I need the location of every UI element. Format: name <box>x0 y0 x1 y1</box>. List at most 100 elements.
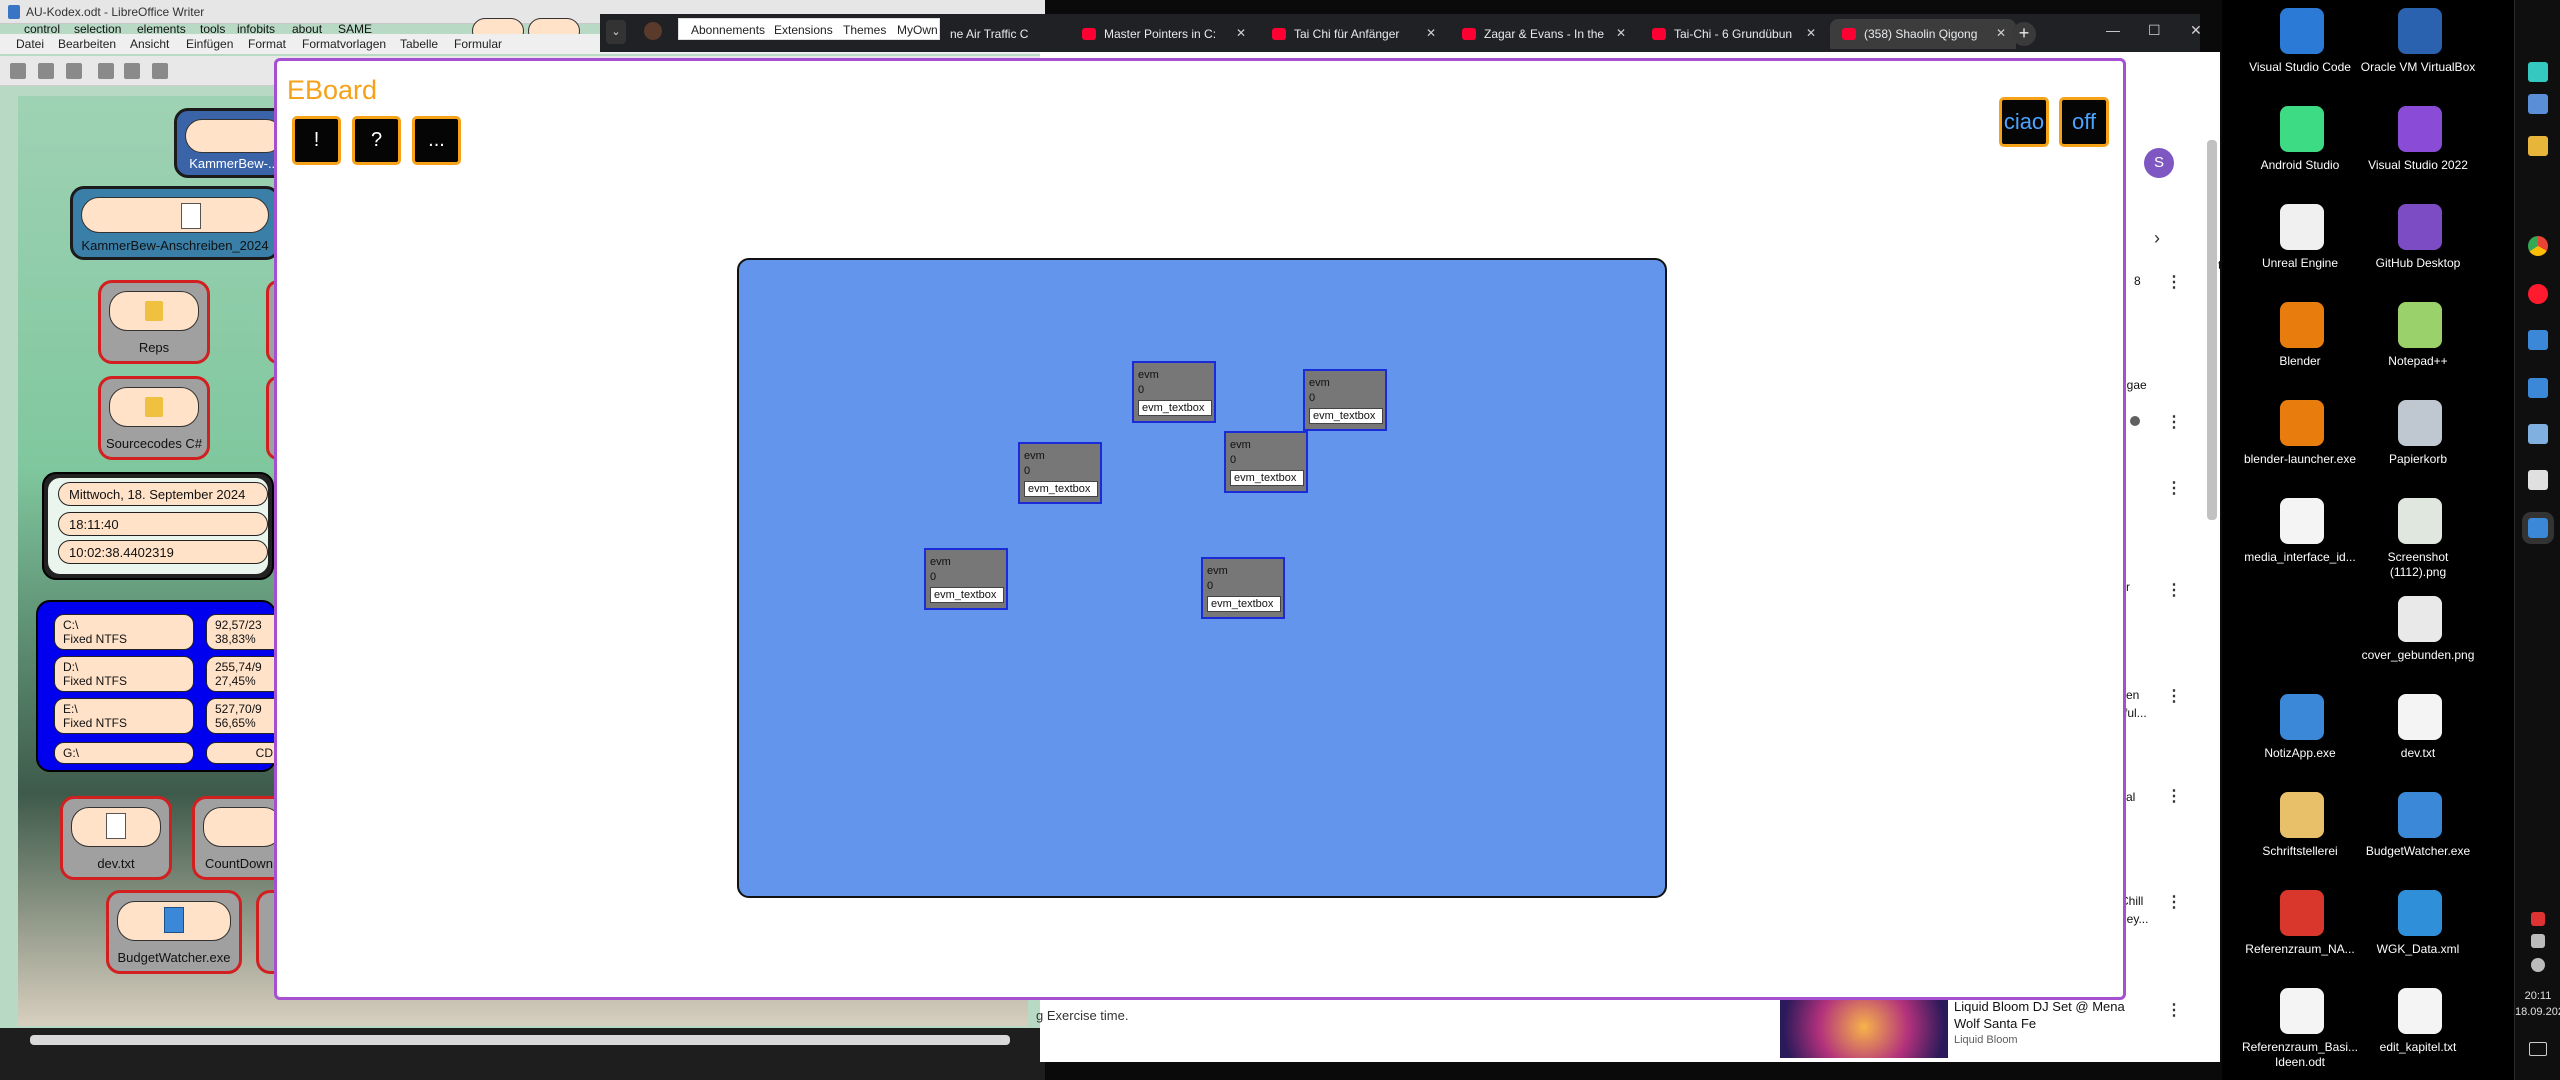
user-avatar[interactable]: S <box>2144 148 2174 178</box>
evm-widget[interactable]: evm 0 evm_textbox <box>1018 442 1102 504</box>
menu-myown[interactable]: MyOwn <box>897 23 938 37</box>
tile-sourcecodes[interactable]: Sourcecodes C# <box>98 376 210 460</box>
menu-formular[interactable]: Formular <box>454 37 502 51</box>
ciao-button[interactable]: ciao <box>1999 97 2049 147</box>
app-icon[interactable] <box>2522 512 2554 544</box>
desktop-icon[interactable]: Android Studio <box>2240 100 2360 200</box>
tray-icon[interactable] <box>2531 912 2545 926</box>
evm-widget[interactable]: evm 0 evm_textbox <box>924 548 1008 610</box>
evm-textbox[interactable]: evm_textbox <box>930 587 1004 603</box>
more-options-icon[interactable]: ⋮ <box>2166 892 2182 912</box>
tile-budgetwatcher[interactable]: BudgetWatcher.exe <box>106 890 242 974</box>
evm-textbox[interactable]: evm_textbox <box>1138 400 1212 416</box>
app-icon[interactable] <box>2528 330 2548 350</box>
more-options-icon[interactable]: ⋮ <box>2166 686 2182 706</box>
help-button[interactable]: ? <box>352 116 401 165</box>
menu-datei[interactable]: Datei <box>16 37 44 51</box>
volume-icon[interactable] <box>2531 958 2545 972</box>
desktop-icon[interactable]: GitHub Desktop <box>2358 198 2478 298</box>
desktop-icon[interactable]: Notepad++ <box>2358 296 2478 396</box>
taskbar-clock[interactable]: 20:11 18.09.2024 <box>2515 988 2560 1020</box>
off-button[interactable]: off <box>2059 97 2109 147</box>
evm-widget[interactable]: evm 0 evm_textbox <box>1132 361 1216 423</box>
more-options-icon[interactable]: ⋮ <box>2166 272 2182 292</box>
desktop-icon[interactable]: Schriftstellerei <box>2240 786 2360 886</box>
desktop-icon[interactable]: blender-launcher.exe <box>2240 394 2360 494</box>
eboard-canvas[interactable]: evm 0 evm_textbox evm 0 evm_textbox evm … <box>737 258 1667 898</box>
chevron-right-icon[interactable]: › <box>2154 228 2160 249</box>
tile-dev-txt[interactable]: dev.txt <box>60 796 172 880</box>
browser-scrollbar[interactable] <box>2207 140 2217 520</box>
menu-einfuegen[interactable]: Einfügen <box>186 37 233 51</box>
close-icon[interactable]: ✕ <box>1806 26 1816 40</box>
browser-tab-active[interactable]: (358) Shaolin Qigong ✕ <box>1830 19 2016 49</box>
notification-icon[interactable] <box>2529 1042 2547 1056</box>
browser-tab-1[interactable]: Master Pointers in C: ✕ <box>1070 19 1256 49</box>
desktop-icon[interactable]: Referenzraum_Basi... Ideen.odt <box>2240 982 2360 1080</box>
minimize-icon[interactable]: — <box>2106 22 2120 38</box>
tab-search-icon[interactable]: ⌄ <box>606 20 626 44</box>
opera-icon[interactable] <box>2528 284 2548 304</box>
exclamation-button[interactable]: ! <box>292 116 341 165</box>
menu-abonnements[interactable]: Abonnements <box>691 23 765 37</box>
desktop-icon[interactable]: dev.txt <box>2358 688 2478 788</box>
folder-icon[interactable] <box>2528 136 2548 156</box>
app-icon[interactable] <box>2528 424 2548 444</box>
new-tab-icon[interactable]: + <box>2012 22 2036 46</box>
browser-tab-partial[interactable]: ne Air Traffic C <box>940 19 1066 49</box>
evm-textbox[interactable]: evm_textbox <box>1309 408 1383 424</box>
tile-kammerbew-2[interactable]: KammerBew-Anschreiben_2024 <box>70 186 280 260</box>
evm-textbox[interactable]: evm_textbox <box>1024 481 1098 497</box>
desktop-icon[interactable]: Oracle VM VirtualBox <box>2358 2 2478 102</box>
desktop-icon[interactable]: WGK_Data.xml <box>2358 884 2478 984</box>
browser-tab-3[interactable]: Zagar & Evans - In the ✕ <box>1450 19 1636 49</box>
more-options-icon[interactable]: ⋮ <box>2166 1000 2182 1020</box>
more-options-icon[interactable]: ⋮ <box>2166 412 2182 432</box>
close-icon[interactable]: ✕ <box>1236 26 1246 40</box>
chrome-icon[interactable] <box>2528 236 2548 256</box>
evm-textbox[interactable]: evm_textbox <box>1230 470 1304 486</box>
more-options-icon[interactable]: ⋮ <box>2166 478 2182 498</box>
desktop-icon[interactable]: Visual Studio Code <box>2240 2 2360 102</box>
save-icon[interactable] <box>66 63 82 79</box>
desktop-icon[interactable]: NotizApp.exe <box>2240 688 2360 788</box>
menu-format[interactable]: Format <box>248 37 286 51</box>
close-icon[interactable]: ✕ <box>1426 26 1436 40</box>
close-icon[interactable]: ✕ <box>1616 26 1626 40</box>
evm-widget[interactable]: evm 0 evm_textbox <box>1303 369 1387 431</box>
app-icon[interactable] <box>2528 378 2548 398</box>
menu-formatvorlagen[interactable]: Formatvorlagen <box>302 37 386 51</box>
close-icon[interactable]: ✕ <box>1996 26 2006 40</box>
usb-icon[interactable] <box>2531 934 2545 948</box>
menu-extensions[interactable]: Extensions <box>774 23 833 37</box>
app-icon[interactable] <box>2528 62 2548 82</box>
desktop-icon[interactable]: edit_kapitel.txt <box>2358 982 2478 1080</box>
desktop-icon[interactable]: BudgetWatcher.exe <box>2358 786 2478 886</box>
tile-reps[interactable]: Reps <box>98 280 210 364</box>
print-icon[interactable] <box>124 63 140 79</box>
menu-themes[interactable]: Themes <box>843 23 886 37</box>
more-button[interactable]: ... <box>412 116 461 165</box>
browser-tab-4[interactable]: Tai-Chi - 6 Grundübun ✕ <box>1640 19 1826 49</box>
desktop-icon[interactable]: Unreal Engine <box>2240 198 2360 298</box>
more-options-icon[interactable]: ⋮ <box>2166 580 2182 600</box>
maximize-icon[interactable]: ☐ <box>2148 22 2161 39</box>
menu-bearbeiten[interactable]: Bearbeiten <box>58 37 116 51</box>
desktop-icon[interactable]: Blender <box>2240 296 2360 396</box>
evm-widget[interactable]: evm 0 evm_textbox <box>1224 431 1308 493</box>
desktop-icon[interactable]: Referenzraum_NA... <box>2240 884 2360 984</box>
desktop-icon[interactable]: Screenshot (1112).png <box>2358 492 2478 592</box>
desktop-icon[interactable]: media_interface_id... <box>2240 492 2360 592</box>
app-icon[interactable] <box>2528 94 2548 114</box>
horizontal-scrollbar[interactable] <box>30 1035 1010 1045</box>
print-preview-icon[interactable] <box>152 63 168 79</box>
open-icon[interactable] <box>38 63 54 79</box>
export-pdf-icon[interactable] <box>98 63 114 79</box>
desktop-icon[interactable]: cover_gebunden.png <box>2358 590 2478 690</box>
close-window-icon[interactable]: ✕ <box>2190 22 2202 39</box>
desktop-icon[interactable]: Visual Studio 2022 <box>2358 100 2478 200</box>
evm-textbox[interactable]: evm_textbox <box>1207 596 1281 612</box>
browser-tab-2[interactable]: Tai Chi für Anfänger ✕ <box>1260 19 1446 49</box>
evm-widget[interactable]: evm 0 evm_textbox <box>1201 557 1285 619</box>
profile-tab-icon[interactable] <box>644 22 662 40</box>
